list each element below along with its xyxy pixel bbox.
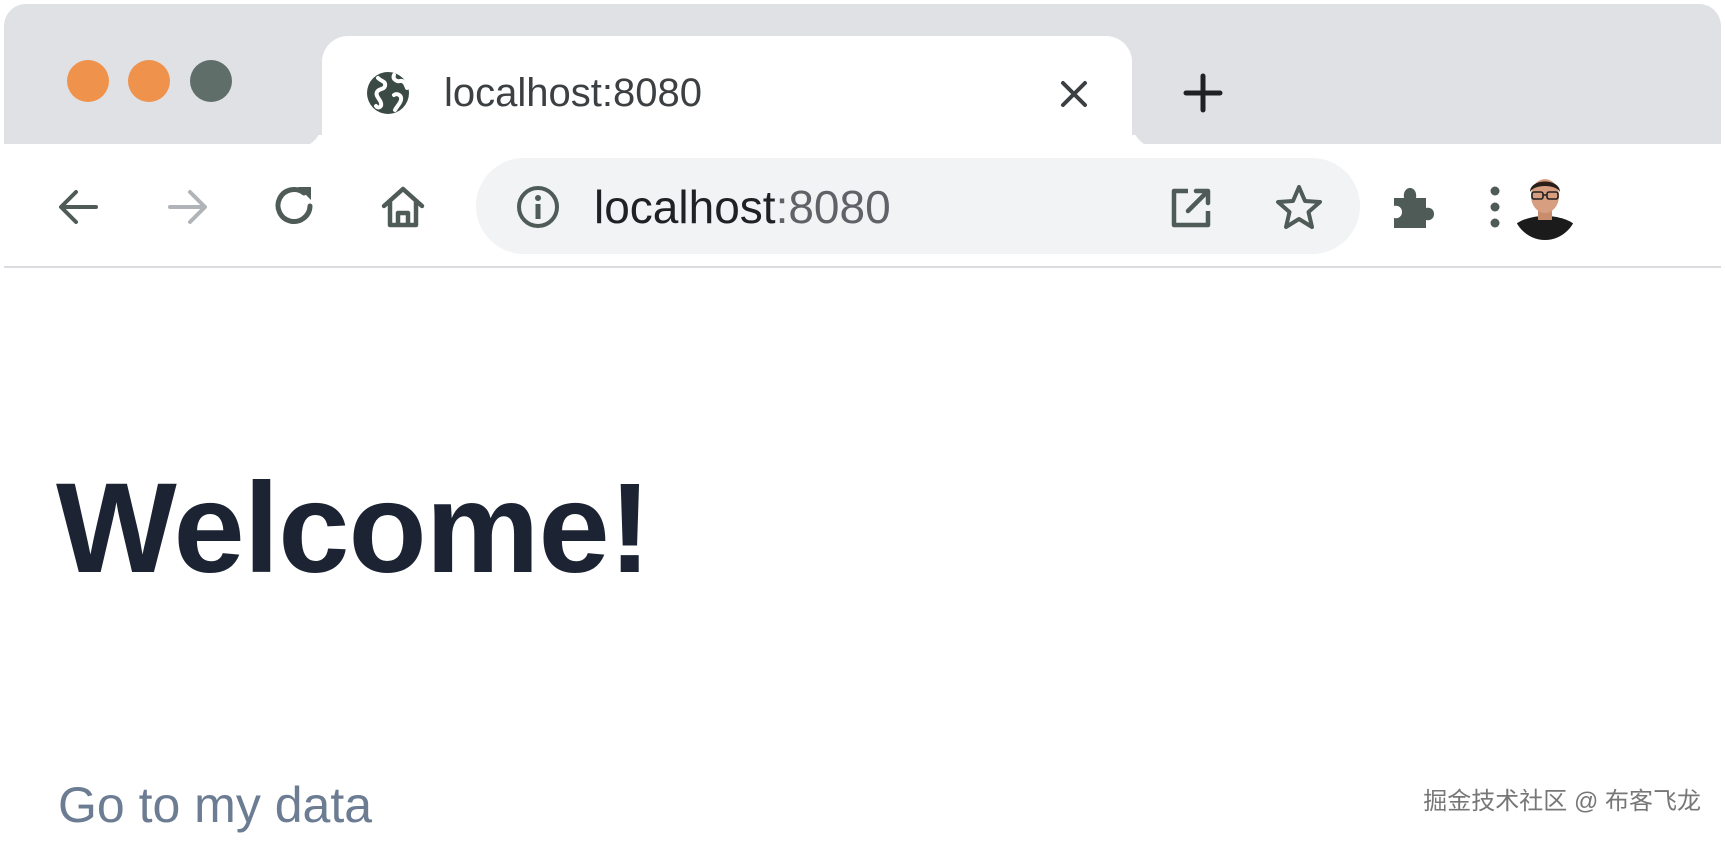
- tab-title: localhost:8080: [444, 71, 702, 115]
- url-host: localhost: [594, 181, 776, 233]
- url-port: :8080: [775, 181, 891, 233]
- browser-window: localhost:8080 localhost:8080 Welcome! G…: [0, 0, 1725, 842]
- address-bar[interactable]: localhost:8080: [476, 158, 1360, 254]
- home-icon[interactable]: [376, 180, 430, 234]
- tab-strip: localhost:8080: [4, 4, 1721, 148]
- info-icon[interactable]: [514, 183, 562, 231]
- browser-tab[interactable]: localhost:8080: [322, 36, 1132, 148]
- open-in-new-icon[interactable]: [1166, 183, 1216, 233]
- globe-icon: [367, 72, 409, 114]
- puzzle-icon[interactable]: [1384, 180, 1438, 234]
- arrow-left-icon[interactable]: [52, 180, 106, 234]
- page-title: Welcome!: [56, 457, 651, 600]
- window-maximize-button[interactable]: [190, 60, 232, 102]
- go-to-data-link[interactable]: Go to my data: [58, 773, 372, 837]
- url-text[interactable]: localhost:8080: [594, 178, 891, 236]
- arrow-right-icon[interactable]: [160, 180, 214, 234]
- window-minimize-button[interactable]: [128, 60, 170, 102]
- star-icon[interactable]: [1272, 181, 1326, 235]
- watermark: 掘金技术社区 @ 布客飞龙: [1423, 788, 1701, 815]
- more-vertical-icon[interactable]: [1468, 180, 1522, 234]
- browser-toolbar: localhost:8080: [4, 144, 1721, 268]
- plus-icon[interactable]: [1178, 68, 1228, 118]
- window-close-button[interactable]: [67, 60, 109, 102]
- close-icon[interactable]: [1052, 72, 1096, 116]
- reload-icon[interactable]: [268, 180, 322, 234]
- page-content: Welcome! Go to my data 掘金技术社区 @ 布客飞龙: [0, 268, 1725, 842]
